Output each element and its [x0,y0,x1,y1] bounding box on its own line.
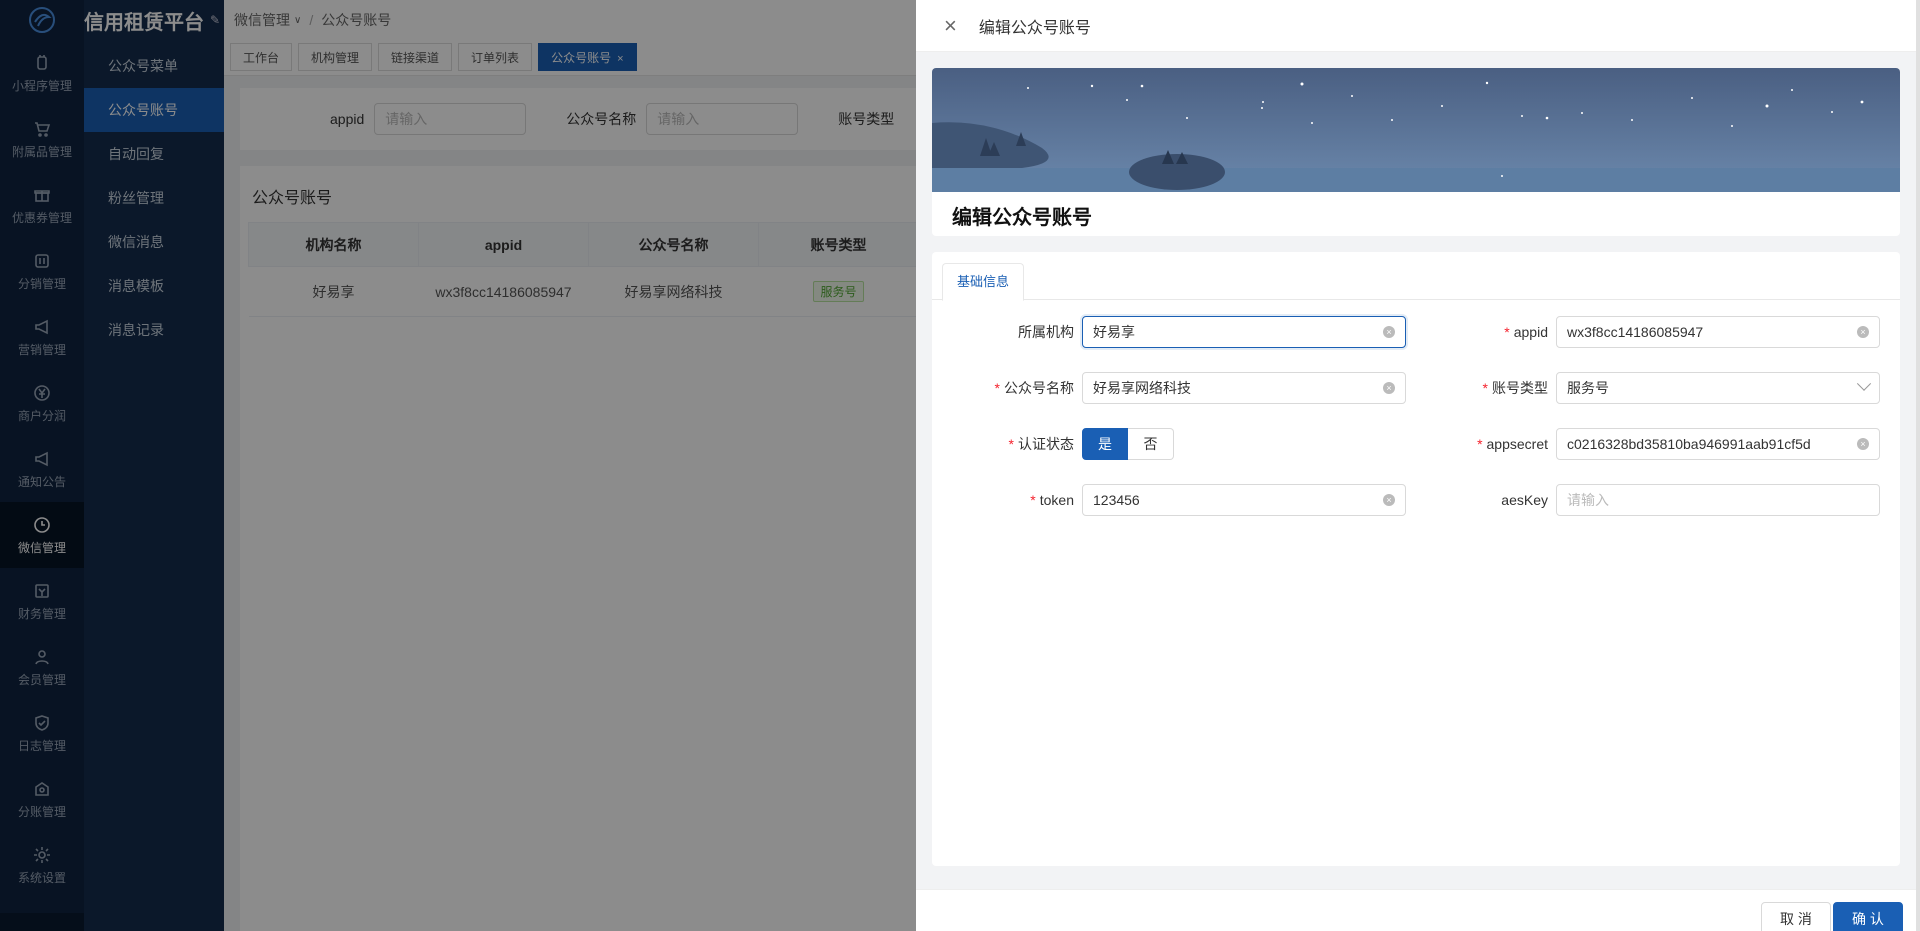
org-field[interactable]: 好易享 × [1082,316,1406,348]
secret-field[interactable]: c0216328bd35810ba946991aab91cf5d × [1556,428,1880,460]
close-icon[interactable]: × [944,14,957,37]
type-select[interactable]: 服务号 [1556,372,1880,404]
scrollbar[interactable] [1916,0,1920,931]
form-tabs: 基础信息 [932,252,1900,301]
token-field[interactable]: 123456 × [1082,484,1406,516]
app-root: 小程序管理 附属品管理 优惠券管理 分销管理 营销管理 商户分润 通知公告 微信管理 财务管理会… [0,0,1920,931]
clear-icon[interactable]: × [1857,438,1869,450]
token-row: * token 123456 × [932,484,1406,516]
edit-drawer: × 编辑公众号账号 编辑公众号账号 基础信息 所属机构 好易享 × * appi… [916,0,1920,931]
chevron-down-icon [1856,376,1872,391]
clear-icon[interactable]: × [1383,382,1395,394]
type-label: * 账号类型 [1482,380,1548,396]
appid-value: wx3f8cc14186085947 [1567,324,1704,340]
night-sky-banner [932,68,1900,192]
tab-basic-info[interactable]: 基础信息 [942,263,1025,301]
clear-icon[interactable]: × [1383,326,1395,338]
secret-label: * appsecret [1477,436,1548,452]
secret-row: * appsecret c0216328bd35810ba946991aab91c… [1406,428,1880,460]
drawer-header: × 编辑公众号账号 [916,0,1920,52]
clear-icon[interactable]: × [1383,494,1395,506]
type-value: 服务号 [1567,380,1609,396]
name-row: * 公众号名称 好易享网络科技 × [932,372,1406,404]
appid-field[interactable]: wx3f8cc14186085947 × [1556,316,1880,348]
banner-title: 编辑公众号账号 [952,207,1092,229]
org-label: 所属机构 [1018,324,1074,340]
aes-row: aesKey 请输入 [1406,484,1880,516]
token-label: * token [1030,492,1074,508]
confirm-button[interactable]: 确 认 [1833,902,1903,931]
type-row: * 账号类型 服务号 [1406,372,1880,404]
name-field[interactable]: 好易享网络科技 × [1082,372,1406,404]
aes-label: aesKey [1501,492,1548,508]
verify-yes-button[interactable]: 是 [1082,428,1128,460]
verify-toggle: 是 否 [1082,428,1174,460]
drawer-title: 编辑公众号账号 [978,19,1091,37]
org-row: 所属机构 好易享 × [932,316,1406,348]
name-value: 好易享网络科技 [1093,380,1191,396]
appid-label: * appid [1504,324,1548,340]
aes-field[interactable]: 请输入 [1556,484,1880,516]
modal-mask[interactable] [0,0,916,931]
verify-label: * 认证状态 [1008,436,1074,452]
verify-no-button[interactable]: 否 [1128,428,1174,460]
aes-placeholder: 请输入 [1567,492,1609,508]
appid-row: * appid wx3f8cc14186085947 × [1406,316,1880,348]
form-card: 基础信息 所属机构 好易享 × * appid wx3f8cc1418608594… [932,252,1900,866]
cancel-button[interactable]: 取 消 [1761,902,1831,931]
token-value: 123456 [1093,492,1140,508]
secret-value: c0216328bd35810ba946991aab91cf5d [1567,436,1811,452]
org-value: 好易享 [1093,324,1135,340]
banner-card: 编辑公众号账号 [932,68,1900,236]
verify-row: * 认证状态 是 否 [932,428,1174,460]
clear-icon[interactable]: × [1857,326,1869,338]
drawer-footer: 取 消 确 认 [916,889,1920,931]
name-label: * 公众号名称 [994,380,1074,396]
